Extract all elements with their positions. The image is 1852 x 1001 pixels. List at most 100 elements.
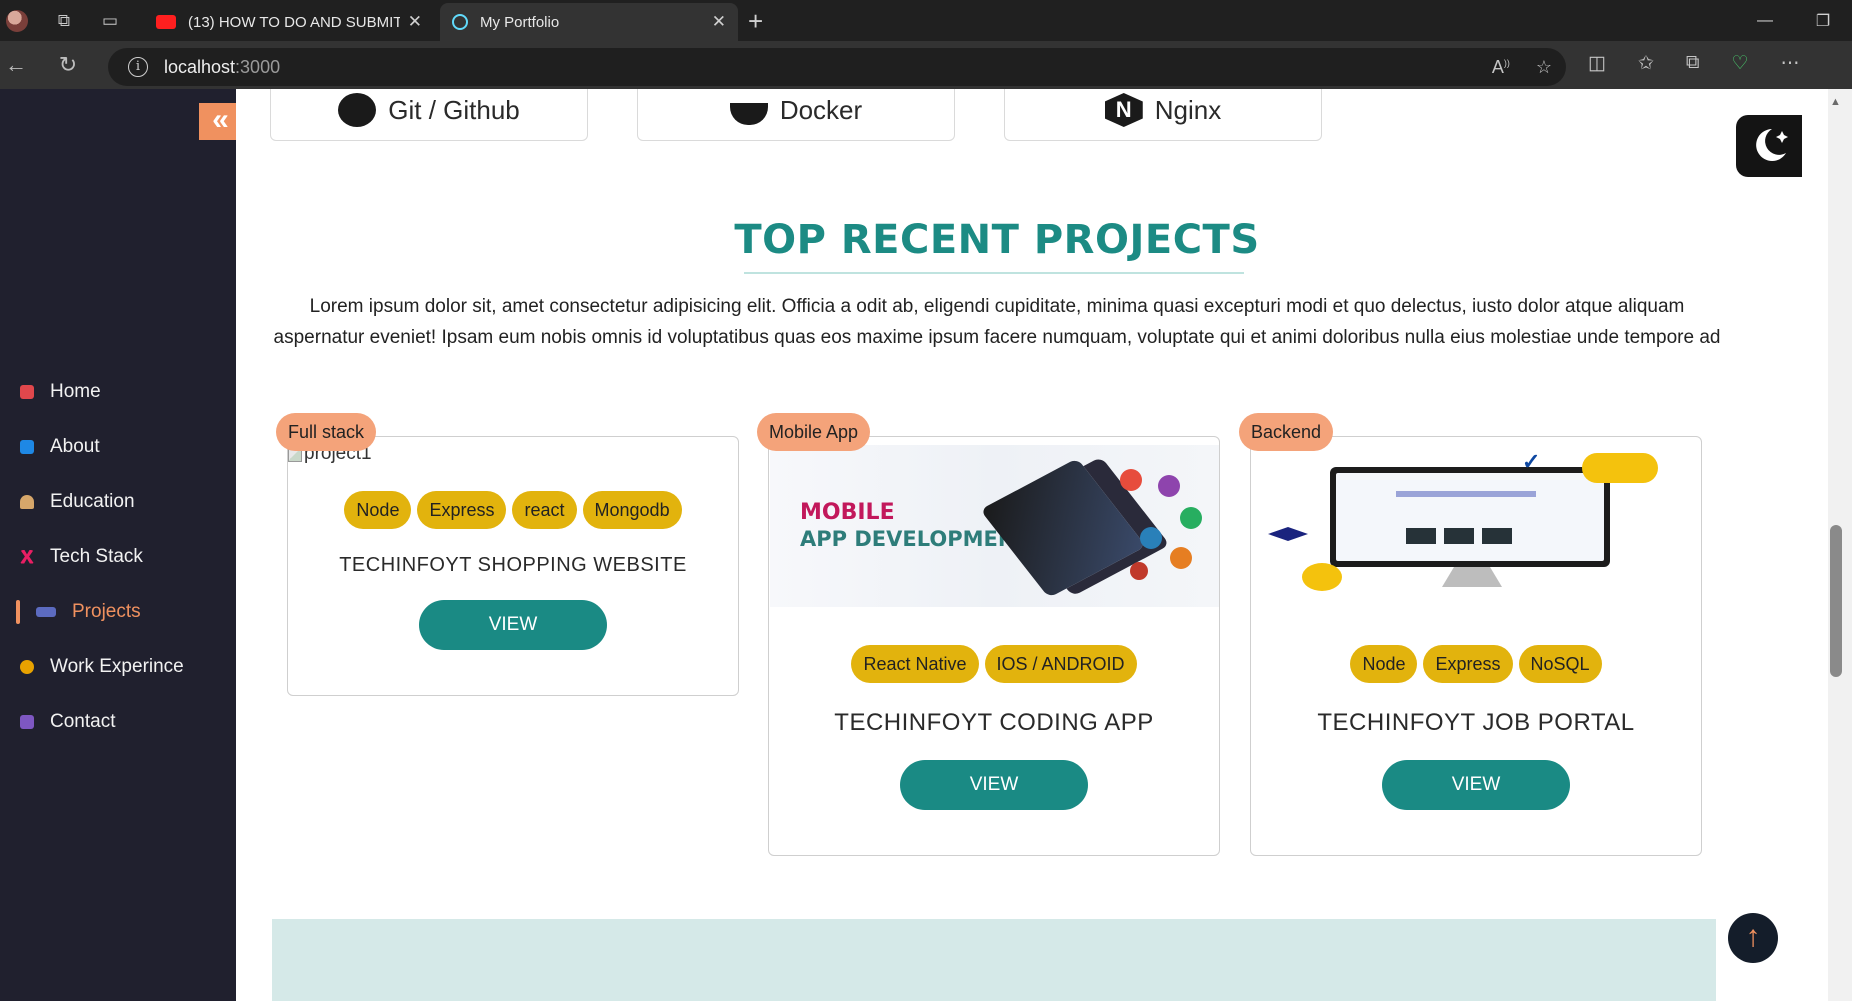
worker-icon (20, 659, 34, 674)
tech-tag: Express (417, 491, 507, 529)
close-tab-icon[interactable]: ✕ (408, 12, 422, 32)
split-screen-icon[interactable]: ◫ (1588, 52, 1606, 75)
next-section-background (272, 919, 1716, 1001)
tech-tag: Node (1350, 645, 1418, 683)
window-controls: — ❐ (1736, 0, 1852, 41)
category-badge: Mobile App (757, 413, 871, 451)
youtube-icon (156, 15, 176, 29)
url-port: :3000 (235, 56, 281, 77)
read-aloud-icon[interactable]: A)) (1492, 57, 1510, 78)
section-title: TOP RECENT PROJECTS (734, 217, 1260, 263)
restore-button[interactable]: ❐ (1794, 11, 1852, 31)
tab-portfolio[interactable]: My Portfolio ✕ (440, 3, 738, 41)
scroll-up-arrow-icon[interactable]: ▲ (1830, 96, 1841, 108)
checkmark-illustration: ✓ (1522, 449, 1541, 474)
image-caption-line1: MOBILE (800, 500, 895, 525)
tag-list: React Native IOS / ANDROID (769, 645, 1219, 683)
project-card-shopping: project1 Node Express react Mongodb TECH… (287, 436, 739, 696)
more-menu-icon[interactable]: ⋯ (1781, 52, 1800, 75)
section-description: Lorem ipsum dolor sit, amet consectetur … (273, 296, 1721, 348)
monitor-illustration (1330, 467, 1610, 567)
react-icon (452, 14, 468, 30)
tech-tag: Express (1423, 645, 1513, 683)
project-title: TECHINFOYT SHOPPING WEBSITE (339, 554, 687, 576)
sidebar-menu: Home About Education Tech Stack Projects… (0, 364, 236, 749)
sidebar: « Home About Education Tech Stack Projec… (0, 89, 236, 1001)
tech-tag: Mongodb (582, 491, 682, 529)
project-image: ✓ (1252, 445, 1701, 607)
back-arrow-icon[interactable]: ← (0, 52, 34, 78)
sidebar-item-contact[interactable]: Contact (0, 694, 236, 749)
category-badge: Backend (1239, 413, 1334, 451)
sidebar-item-projects[interactable]: Projects (0, 584, 236, 639)
skill-card-docker: Docker (637, 89, 955, 141)
tag-list: Node Express react Mongodb (288, 491, 738, 529)
cloud-illustration (1582, 453, 1658, 483)
home-icon (20, 384, 34, 399)
skill-label: Docker (779, 94, 863, 125)
project-image: MOBILE APP DEVELOPMENT (770, 445, 1219, 607)
view-project-button[interactable]: VIEW (1382, 760, 1570, 810)
new-tab-button[interactable]: + (748, 6, 763, 36)
gamepad-icon (36, 606, 56, 617)
sidebar-item-work-experience[interactable]: Work Experince (0, 639, 236, 694)
close-tab-icon[interactable]: ✕ (712, 12, 726, 32)
active-indicator (16, 600, 20, 624)
page-content: Git / Github Docker N Nginx TOP RECENT P… (236, 89, 1828, 1001)
github-icon (338, 93, 377, 127)
skill-card-nginx: N Nginx (1004, 89, 1322, 141)
tech-tag: react (512, 491, 577, 529)
url-host: localhost (164, 56, 236, 77)
sidebar-item-label: Contact (50, 710, 116, 732)
skill-label: Git / Github (388, 94, 520, 125)
scrollbar-thumb[interactable] (1830, 525, 1842, 677)
sidebar-item-home[interactable]: Home (0, 364, 236, 419)
browser-tab-bar: ⧉ ▭ (13) HOW TO DO AND SUBMIT C ✕ My Por… (0, 0, 1852, 41)
project-card-coding-app: MOBILE APP DEVELOPMENT React Native IOS … (768, 436, 1220, 856)
tab-actions-icon[interactable]: ▭ (100, 11, 120, 31)
section-underline (744, 272, 1244, 274)
tech-tag: React Native (851, 645, 979, 683)
scroll-to-top-button[interactable]: ↑ (1728, 913, 1778, 963)
skill-card-git: Git / Github (270, 89, 588, 141)
sidebar-item-tech-stack[interactable]: Tech Stack (0, 529, 236, 584)
address-bar[interactable]: i localhost:3000 A)) ☆ (108, 48, 1566, 86)
favorites-icon[interactable]: ✩ (1638, 52, 1654, 75)
site-info-icon[interactable]: i (128, 57, 148, 77)
view-project-button[interactable]: VIEW (419, 600, 607, 650)
theme-toggle-button[interactable] (1736, 115, 1802, 177)
toolbar-icons: ◫ ✩ ⧉ ♡ ⋯ (1588, 52, 1800, 75)
tech-tag: IOS / ANDROID (984, 645, 1137, 683)
monitor-stand (1442, 567, 1502, 587)
sidebar-item-education[interactable]: Education (0, 474, 236, 529)
image-caption-line2: APP DEVELOPMENT (800, 527, 1030, 551)
graduation-cap-illustration (1268, 527, 1308, 541)
workspaces-icon[interactable]: ⧉ (54, 11, 74, 31)
browser-essentials-icon[interactable]: ♡ (1731, 52, 1748, 75)
handshake-illustration (1302, 563, 1342, 591)
sidebar-item-label: Education (50, 490, 135, 512)
sidebar-item-label: Work Experince (50, 655, 184, 677)
minimize-button[interactable]: — (1736, 12, 1794, 30)
tab-youtube[interactable]: (13) HOW TO DO AND SUBMIT C ✕ (144, 3, 434, 41)
project-card-job-portal: ✓ Node Express NoSQL TECHINFOYT JOB PORT… (1250, 436, 1702, 856)
sidebar-item-about[interactable]: About (0, 419, 236, 474)
contact-card-icon (20, 714, 34, 729)
sidebar-item-label: Tech Stack (50, 545, 143, 567)
sidebar-item-label: Projects (72, 600, 141, 622)
view-project-button[interactable]: VIEW (900, 760, 1088, 810)
sidebar-item-label: About (50, 435, 100, 457)
tab-title: (13) HOW TO DO AND SUBMIT C (188, 13, 400, 31)
tools-icon (20, 549, 34, 564)
collections-icon[interactable]: ⧉ (1686, 52, 1700, 75)
collapse-sidebar-button[interactable]: « (199, 103, 236, 140)
favorite-star-icon[interactable]: ☆ (1536, 57, 1552, 78)
profile-avatar[interactable] (6, 9, 28, 32)
project-title: TECHINFOYT JOB PORTAL (1317, 709, 1635, 736)
tech-tag: Node (344, 491, 412, 529)
docker-icon (729, 103, 768, 125)
skill-label: Nginx (1154, 94, 1222, 125)
moon-stars-icon (1756, 129, 1788, 161)
refresh-icon[interactable]: ↻ (50, 52, 86, 78)
app-hexagons-illustration (1110, 467, 1210, 587)
